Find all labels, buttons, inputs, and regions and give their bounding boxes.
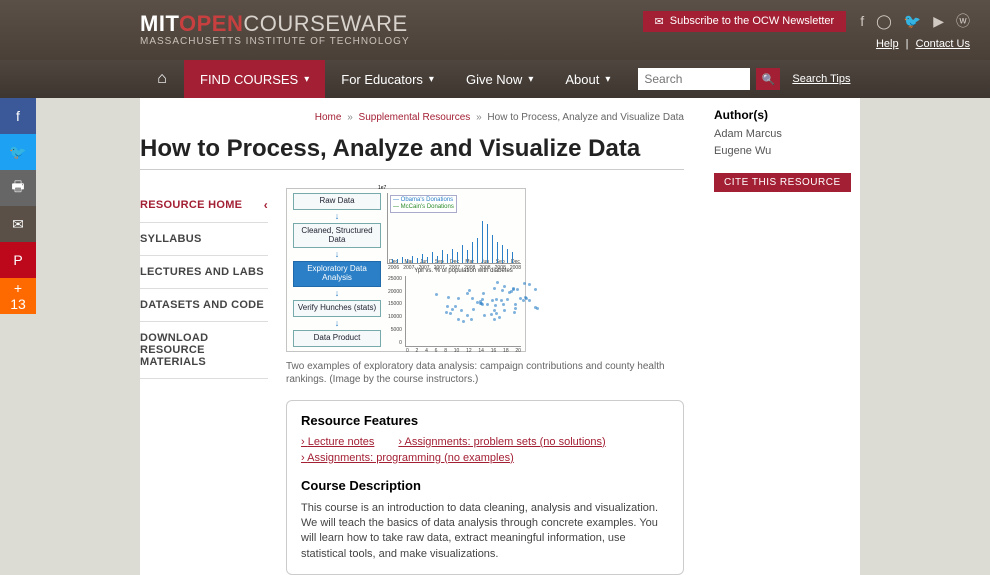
chevron-left-icon: ‹ — [264, 198, 268, 212]
share-count: 13 — [10, 296, 26, 312]
share-email-icon[interactable]: ✉ — [0, 206, 36, 242]
site-logo[interactable]: MITOPENCOURSEWARE MASSACHUSETTS INSTITUT… — [140, 13, 410, 47]
main-nav: ⌂ FIND COURSES ▾ For Educators ▾ Give No… — [0, 60, 990, 98]
arrow-down-icon: ↓ — [335, 319, 340, 328]
logo-open: OPEN — [179, 11, 243, 36]
share-print-icon[interactable]: 🖶 — [0, 170, 36, 206]
resource-features-box: Resource Features Lecture notes Assignme… — [286, 400, 684, 575]
social-links: f ◯ 🐦 ▶ ⓦ — [860, 11, 970, 31]
authors-heading: Author(s) — [714, 108, 860, 122]
youtube-icon[interactable]: ▶ — [933, 13, 944, 30]
author-name: Eugene Wu — [714, 143, 860, 160]
leftnav-label: DOWNLOAD RESOURCE MATERIALS — [140, 332, 268, 368]
logo-mit: MIT — [140, 11, 179, 36]
newsletter-subscribe-button[interactable]: ✉ Subscribe to the OCW Newsletter — [643, 11, 847, 32]
help-links: Help | Contact Us — [876, 38, 970, 50]
right-sidebar: Author(s) Adam Marcus Eugene Wu CITE THI… — [700, 98, 860, 575]
feature-link-problem-sets[interactable]: Assignments: problem sets (no solutions) — [398, 436, 605, 448]
chart-stack: — Obama's Donations — McCain's Donations… — [387, 193, 521, 347]
search-button[interactable]: 🔍 — [756, 68, 780, 90]
breadcrumb: Home » Supplemental Resources » How to P… — [140, 108, 684, 127]
scatter-chart: Ypll vs. % of population with diabetes 2… — [405, 276, 521, 347]
feature-link-programming[interactable]: Assignments: programming (no examples) — [301, 452, 514, 464]
leftnav-label: SYLLABUS — [140, 233, 202, 245]
logo-courseware: COURSEWARE — [243, 11, 407, 36]
nav-find-courses[interactable]: FIND COURSES ▾ — [184, 60, 325, 98]
donations-chart: — Obama's Donations — McCain's Donations… — [387, 193, 521, 264]
chevron-down-icon: ▾ — [528, 74, 533, 85]
share-sidebar: f 🐦 🖶 ✉ P + 13 — [0, 98, 36, 314]
main-content: Home » Supplemental Resources » How to P… — [140, 98, 700, 575]
newsletter-label: Subscribe to the OCW Newsletter — [670, 15, 834, 27]
features-heading: Resource Features — [301, 413, 669, 428]
breadcrumb-supplemental[interactable]: Supplemental Resources — [359, 112, 471, 123]
search-input[interactable] — [638, 68, 750, 90]
arrow-down-icon: ↓ — [335, 250, 340, 259]
chart2-title: Ypll vs. % of population with diabetes — [406, 268, 521, 274]
breadcrumb-current: How to Process, Analyze and Visualize Da… — [487, 112, 684, 123]
flow-step: Data Product — [293, 330, 381, 347]
legend-item: Obama's Donations — [401, 197, 454, 203]
nav-about[interactable]: About ▾ — [549, 60, 626, 98]
chevron-down-icon: ▾ — [429, 74, 434, 85]
leftnav-resource-home[interactable]: RESOURCE HOME ‹ — [140, 188, 268, 223]
course-description-text: This course is an introduction to data c… — [301, 501, 669, 563]
leftnav-syllabus[interactable]: SYLLABUS — [140, 223, 268, 256]
legend-item: McCain's Donations — [401, 204, 454, 210]
breadcrumb-home[interactable]: Home — [315, 112, 342, 123]
facebook-icon[interactable]: f — [860, 13, 864, 29]
contact-link[interactable]: Contact Us — [916, 38, 970, 50]
chevron-down-icon: ▾ — [304, 74, 309, 85]
resource-left-nav: RESOURCE HOME ‹ SYLLABUS LECTURES AND LA… — [140, 174, 268, 575]
leftnav-label: RESOURCE HOME — [140, 199, 242, 211]
cite-resource-button[interactable]: CITE THIS RESOURCE — [714, 173, 851, 192]
share-twitter-icon[interactable]: 🐦 — [0, 134, 36, 170]
flow-step: Raw Data — [293, 193, 381, 210]
plus-icon: + — [14, 280, 22, 296]
course-figure: Raw Data ↓ Cleaned, Structured Data ↓ Ex… — [286, 188, 526, 352]
nav-give-label: Give Now — [466, 72, 522, 87]
leftnav-label: LECTURES AND LABS — [140, 266, 264, 278]
leftnav-label: DATASETS AND CODE — [140, 299, 264, 311]
nav-find-label: FIND COURSES — [200, 72, 298, 87]
page-title: How to Process, Analyze and Visualize Da… — [140, 135, 684, 170]
wordpress-icon[interactable]: ⓦ — [956, 11, 970, 31]
nav-for-educators[interactable]: For Educators ▾ — [325, 60, 450, 98]
center-column: Raw Data ↓ Cleaned, Structured Data ↓ Ex… — [286, 174, 684, 575]
chevron-down-icon: ▾ — [605, 74, 610, 85]
help-link[interactable]: Help — [876, 38, 899, 50]
share-facebook-icon[interactable]: f — [0, 98, 36, 134]
nav-about-label: About — [565, 72, 599, 87]
course-description-heading: Course Description — [301, 478, 669, 493]
mail-icon: ✉ — [655, 15, 664, 28]
twitter-icon[interactable]: 🐦 — [904, 13, 921, 30]
search-icon: 🔍 — [762, 73, 776, 86]
figure-caption: Two examples of exploratory data analysi… — [286, 360, 684, 386]
flow-step-highlighted: Exploratory Data Analysis — [293, 261, 381, 287]
feature-link-lecture-notes[interactable]: Lecture notes — [301, 436, 374, 448]
flowchart: Raw Data ↓ Cleaned, Structured Data ↓ Ex… — [291, 193, 383, 347]
flow-step: Cleaned, Structured Data — [293, 223, 381, 249]
logo-subtitle: MASSACHUSETTS INSTITUTE OF TECHNOLOGY — [140, 37, 410, 47]
author-name: Adam Marcus — [714, 126, 860, 143]
flow-step: Verify Hunches (stats) — [293, 300, 381, 317]
home-icon[interactable]: ⌂ — [140, 60, 184, 98]
share-more-button[interactable]: + 13 — [0, 278, 36, 314]
arrow-down-icon: ↓ — [335, 212, 340, 221]
leftnav-datasets-code[interactable]: DATASETS AND CODE — [140, 289, 268, 322]
chart-legend: — Obama's Donations — McCain's Donations — [390, 195, 457, 213]
top-header: MITOPENCOURSEWARE MASSACHUSETTS INSTITUT… — [0, 0, 990, 60]
leftnav-lectures-labs[interactable]: LECTURES AND LABS — [140, 256, 268, 289]
arrow-down-icon: ↓ — [335, 289, 340, 298]
share-pinterest-icon[interactable]: P — [0, 242, 36, 278]
nav-give-now[interactable]: Give Now ▾ — [450, 60, 549, 98]
search-tips-link[interactable]: Search Tips — [792, 73, 850, 85]
leftnav-download-materials[interactable]: DOWNLOAD RESOURCE MATERIALS — [140, 322, 268, 379]
nav-educators-label: For Educators — [341, 72, 423, 87]
instagram-icon[interactable]: ◯ — [876, 13, 892, 30]
chart1-ylabel: 1e7 — [378, 185, 386, 191]
